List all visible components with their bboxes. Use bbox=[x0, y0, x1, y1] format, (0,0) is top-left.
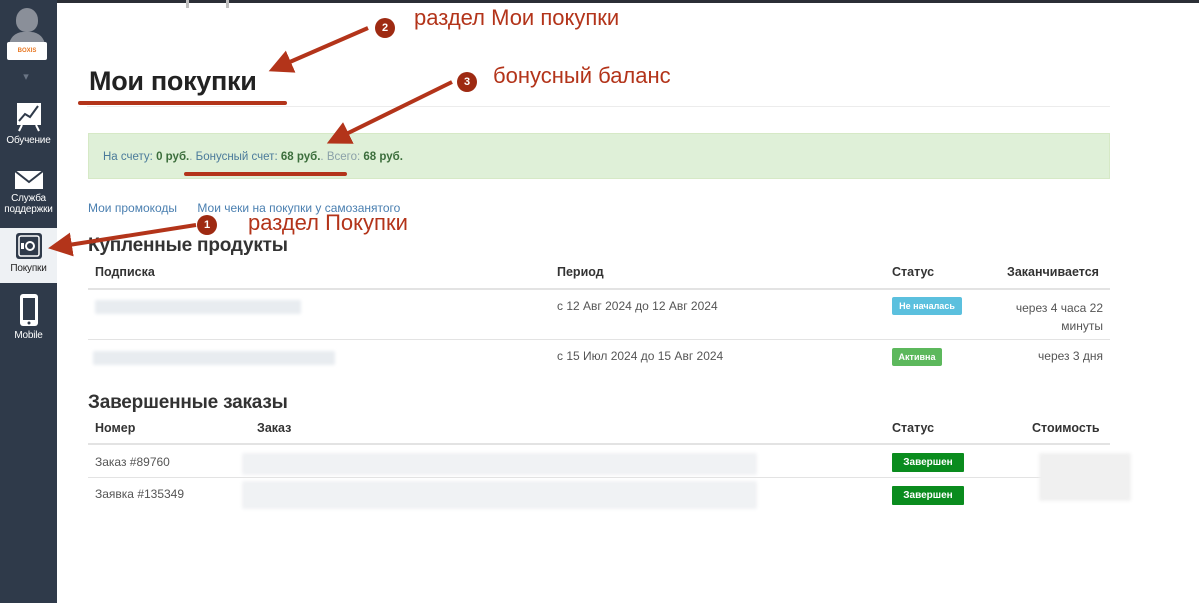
sidebar-item-label: Служба поддержки bbox=[4, 193, 53, 215]
safe-icon bbox=[15, 233, 42, 259]
col-order-status: Статус bbox=[892, 421, 935, 435]
sidebar: BOXIS ▾ Обучение Служба поддержки Покупк… bbox=[0, 0, 57, 603]
ends-line: через 4 часа 22 bbox=[1015, 301, 1103, 315]
order-number[interactable]: Заказ #89760 bbox=[95, 455, 170, 469]
sidebar-item-label: Обучение bbox=[6, 135, 51, 146]
mobile-icon bbox=[19, 294, 38, 326]
status-badge: Не началась bbox=[892, 297, 962, 315]
ends-cell: через 3 дня bbox=[1038, 349, 1103, 363]
ends-cell: через 4 часа 22 минуты bbox=[987, 299, 1103, 335]
col-status: Статус bbox=[892, 265, 935, 279]
promocodes-link[interactable]: Мои промокоды bbox=[88, 201, 177, 215]
products-title: Купленные продукты bbox=[88, 235, 288, 256]
table-header-divider bbox=[88, 443, 1110, 445]
annotation-number: 2 bbox=[375, 18, 395, 38]
annotation-label: бонусный баланс bbox=[493, 63, 671, 88]
cost-redacted bbox=[1039, 453, 1131, 501]
order-name-redacted bbox=[242, 481, 757, 509]
sidebar-item-mobile[interactable]: Mobile bbox=[0, 293, 57, 341]
orders-title: Завершенные заказы bbox=[88, 392, 288, 413]
total-value: 68 руб. bbox=[363, 151, 403, 163]
bonus-value: 68 руб. bbox=[280, 151, 321, 163]
col-period: Период bbox=[557, 265, 604, 279]
annotation-number: 1 bbox=[197, 215, 217, 235]
bonus-label: Бонусный счет: bbox=[195, 151, 278, 163]
period-cell: с 15 Июл 2024 до 15 Авг 2024 bbox=[557, 349, 724, 363]
avatar-head bbox=[16, 8, 38, 32]
sidebar-item-label: Mobile bbox=[14, 330, 43, 341]
annotation-label: раздел Мои покупки bbox=[414, 5, 620, 30]
page-title: Мои покупки bbox=[89, 66, 257, 96]
col-subscription: Подписка bbox=[95, 265, 155, 279]
status-badge: Завершен bbox=[892, 486, 964, 505]
brand-logo: BOXIS bbox=[7, 42, 47, 60]
main-content: Мои покупки На счету: 0 руб.. Бонусный с… bbox=[57, 3, 1199, 603]
order-number[interactable]: Заявка #135349 bbox=[95, 487, 184, 501]
sidebar-item-support[interactable]: Служба поддержки bbox=[0, 170, 57, 215]
title-divider bbox=[87, 106, 1110, 107]
period-cell: с 12 Авг 2024 до 12 Авг 2024 bbox=[557, 299, 718, 313]
col-order: Заказ bbox=[257, 421, 292, 435]
row-divider bbox=[88, 477, 1110, 478]
total-label: Всего: bbox=[326, 151, 361, 163]
sidebar-item-learning[interactable]: Обучение bbox=[0, 102, 57, 146]
sidebar-item-purchases[interactable]: Покупки bbox=[0, 228, 57, 283]
envelope-icon bbox=[13, 170, 44, 189]
order-name-redacted bbox=[242, 453, 757, 475]
status-badge: Активна bbox=[892, 348, 942, 366]
col-ends: Заканчивается bbox=[1007, 265, 1099, 279]
table-header-divider bbox=[88, 288, 1110, 290]
subscription-name-redacted bbox=[95, 300, 301, 314]
balance-panel: На счету: 0 руб.. Бонусный счет: 68 руб.… bbox=[88, 133, 1110, 179]
annotation-number: 3 bbox=[457, 72, 477, 92]
col-number: Номер bbox=[95, 421, 136, 435]
speaker-icon[interactable]: ▾ bbox=[16, 70, 36, 84]
row-divider bbox=[88, 339, 1110, 340]
ends-line: минуты bbox=[1061, 319, 1103, 333]
status-badge: Завершен bbox=[892, 453, 964, 472]
sidebar-item-label: Покупки bbox=[10, 263, 47, 274]
annotation-label: раздел Покупки bbox=[248, 210, 408, 235]
subscription-name-redacted bbox=[93, 351, 335, 365]
avatar[interactable]: BOXIS bbox=[5, 6, 49, 60]
account-label: На счету: bbox=[103, 151, 153, 163]
account-value: 0 руб. bbox=[156, 151, 190, 163]
chart-icon bbox=[16, 103, 41, 132]
col-cost: Стоимость bbox=[1032, 421, 1100, 435]
